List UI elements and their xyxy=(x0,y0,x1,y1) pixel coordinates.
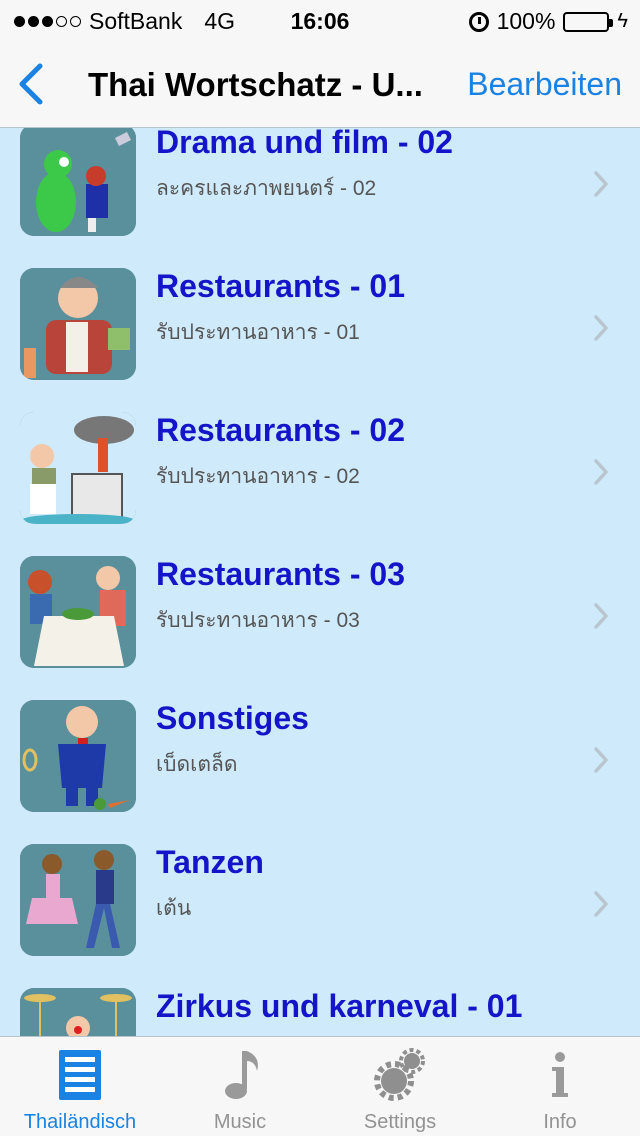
item-subtitle: รับประทานอาหาร - 02 xyxy=(156,465,360,488)
battery-percent: 100% xyxy=(496,8,556,34)
item-title: Sonstiges xyxy=(156,700,309,736)
item-subtitle: เต้น xyxy=(156,897,192,920)
waiter-icon xyxy=(20,268,136,380)
chevron-right-icon xyxy=(592,314,610,342)
tab-label: Thailändisch xyxy=(23,1111,137,1133)
list-icon xyxy=(52,1047,108,1103)
battery-icon xyxy=(563,11,614,32)
list-item[interactable]: Sonstiges เบ็ดเตล็ด xyxy=(0,700,640,844)
list-item[interactable]: Tanzen เต้น xyxy=(0,844,640,988)
tab-label: Settings xyxy=(363,1111,437,1133)
circus-clown-icon xyxy=(20,988,136,1036)
music-note-icon xyxy=(212,1047,268,1103)
info-icon xyxy=(532,1047,588,1103)
item-subtitle: เบ็ดเตล็ด xyxy=(156,753,238,776)
butler-icon xyxy=(20,700,136,812)
gears-icon xyxy=(372,1047,428,1103)
item-title: Zirkus und karneval - 01 xyxy=(156,988,523,1024)
tab-music[interactable]: Music xyxy=(160,1037,320,1136)
status-right: 100% ϟ xyxy=(468,8,628,35)
dancing-couple-icon xyxy=(20,844,136,956)
chevron-right-icon xyxy=(592,458,610,486)
tab-settings[interactable]: Settings xyxy=(320,1037,480,1136)
item-title: Restaurants - 01 xyxy=(156,268,405,304)
chevron-left-icon xyxy=(19,63,43,105)
item-subtitle: รับประทานอาหาร - 01 xyxy=(156,321,360,344)
cook-stove-icon xyxy=(20,412,136,524)
list-item[interactable]: Restaurants - 02 รับประทานอาหาร - 02 xyxy=(0,412,640,556)
tab-label: Info xyxy=(543,1111,577,1133)
back-button[interactable] xyxy=(14,62,48,106)
list-item[interactable]: Restaurants - 01 รับประทานอาหาร - 01 xyxy=(0,268,640,412)
chevron-right-icon xyxy=(592,170,610,198)
status-bar: SoftBank 4G 16:06 100% ϟ xyxy=(0,0,640,40)
tab-info[interactable]: Info xyxy=(480,1037,640,1136)
drama-alien-icon xyxy=(20,128,136,236)
dinner-couple-icon xyxy=(20,556,136,668)
navigation-bar: Thai Wortschatz - U... Bearbeiten xyxy=(0,40,640,128)
item-subtitle: รับประทานอาหาร - 03 xyxy=(156,609,360,632)
page-title: Thai Wortschatz - U... xyxy=(88,66,423,103)
chevron-right-icon xyxy=(592,602,610,630)
item-title: Restaurants - 02 xyxy=(156,412,405,448)
edit-button[interactable]: Bearbeiten xyxy=(467,66,622,103)
chevron-right-icon xyxy=(592,890,610,918)
tab-thailandisch[interactable]: Thailändisch xyxy=(0,1037,160,1136)
list-item[interactable]: Restaurants - 03 รับประทานอาหาร - 03 xyxy=(0,556,640,700)
item-subtitle: ละครและภาพยนตร์ - 02 xyxy=(156,177,377,200)
tab-label: Music xyxy=(213,1111,267,1133)
item-title: Drama und film - 02 xyxy=(156,128,453,160)
item-title: Restaurants - 03 xyxy=(156,556,405,592)
item-title: Tanzen xyxy=(156,844,264,880)
list-item[interactable]: Drama und film - 02 ละครและภาพยนตร์ - 02 xyxy=(0,128,640,268)
chevron-right-icon xyxy=(592,746,610,774)
charging-bolt-icon: ϟ xyxy=(617,10,628,32)
alarm-icon xyxy=(468,11,489,32)
tab-bar: Thailändisch Music Settings Info xyxy=(0,1036,640,1136)
list-item[interactable]: Zirkus und karneval - 01 xyxy=(0,988,640,1036)
topic-list: Drama und film - 02 ละครและภาพยนตร์ - 02… xyxy=(0,128,640,1036)
